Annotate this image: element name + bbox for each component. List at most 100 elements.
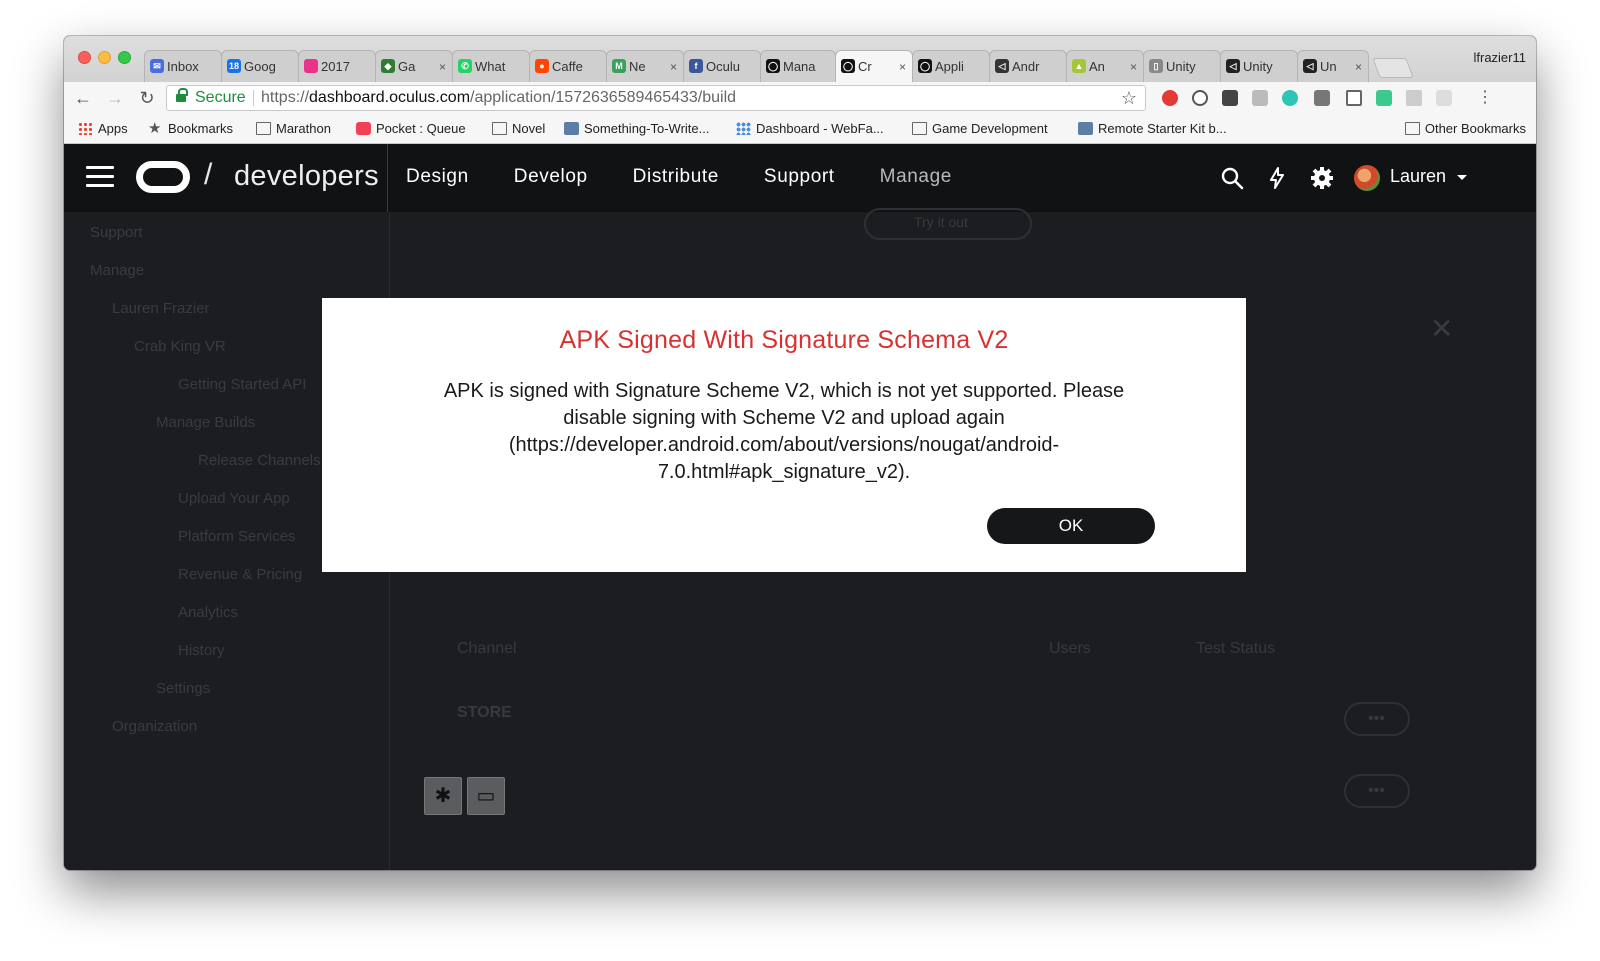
tab-close-icon[interactable]: × [1130,60,1137,74]
sidebar-item: History [178,642,225,659]
user-name[interactable]: Lauren [1390,166,1446,187]
sidebar-item: Settings [156,680,211,697]
page-icon [1078,122,1093,135]
folder-icon [912,122,927,135]
nav-design[interactable]: Design [406,166,469,188]
tab[interactable]: 18 Goog [221,50,299,82]
cast-icon[interactable] [1346,90,1362,106]
evernote-extension-icon[interactable] [1376,90,1392,106]
sidebar-item: Revenue & Pricing [178,566,303,583]
tab-close-icon[interactable]: × [670,60,677,74]
error-dialog: APK Signed With Signature Schema V2 APK … [322,298,1246,572]
tab-label: Cr [858,59,872,74]
back-icon[interactable]: ← [72,87,94,109]
omnibox-divider [253,90,254,106]
tab[interactable]: ◁ Un × [1297,50,1369,82]
bug-report-icon[interactable]: ✱ [424,777,462,815]
bookmark-item[interactable]: Marathon [256,121,331,136]
new-tab-button[interactable] [1372,58,1414,78]
hamburger-menu-icon[interactable] [86,166,114,188]
apps-grid-icon [78,122,93,135]
tab-close-icon[interactable]: × [899,60,906,74]
sidebar-item: Getting Started API [178,376,307,393]
sidebar-item: Manage [90,262,145,279]
feedback-icon[interactable]: ▭ [467,777,505,815]
tab[interactable]: f Oculu [683,50,761,82]
tab-label: 2017 [321,59,350,74]
sidebar-item: Platform Services [178,528,296,545]
sidebar-item: Release Channels [198,452,321,469]
tab[interactable]: ◯ Mana [760,50,836,82]
nav-distribute[interactable]: Distribute [633,166,719,188]
ok-button[interactable]: OK [987,508,1155,544]
sidebar-item: Manage Builds [156,414,256,431]
bookmark-item[interactable]: Pocket : Queue [356,121,466,136]
tab[interactable]: ◁ Unity [1220,50,1298,82]
folder-icon [1404,122,1420,135]
bookmark-item[interactable]: ★ Bookmarks [148,121,233,136]
tab[interactable]: ◆ Ga × [375,50,453,82]
bookmark-item[interactable]: Apps [78,121,128,136]
url-text: https://dashboard.oculus.com/application… [261,86,736,110]
tab-close-icon[interactable]: × [1355,60,1362,74]
pocket-icon [356,122,371,135]
bookmark-item[interactable]: Novel [492,121,545,136]
nav-support[interactable]: Support [764,166,835,188]
mercury-extension-icon[interactable] [1282,90,1298,106]
bookmark-item[interactable]: Remote Starter Kit b... [1078,121,1227,136]
other-bookmarks[interactable]: Other Bookmarks [1404,121,1526,136]
tab[interactable]: ◯ Appli [912,50,990,82]
tab[interactable]: 2017 [298,50,376,82]
tab[interactable]: ✆ What [452,50,530,82]
drive-extension-icon[interactable] [1406,90,1422,106]
oculus-icon: ◯ [841,59,855,73]
tab-label: Goog [244,59,276,74]
tag-extension-icon[interactable] [1314,90,1330,106]
address-bar[interactable]: Secure https://dashboard.oculus.com/appl… [166,85,1146,111]
maximize-window-button[interactable] [118,51,131,64]
chevron-down-icon[interactable] [1457,175,1467,180]
gear-icon[interactable] [1310,166,1334,190]
nav-manage[interactable]: Manage [880,166,952,188]
bookmark-item[interactable]: Something-To-Write... [564,121,709,136]
bookmark-star-icon[interactable]: ☆ [1121,86,1137,110]
tab[interactable]: ✉ Inbox [144,50,222,82]
tab[interactable]: ▯ Unity [1143,50,1221,82]
minimize-window-button[interactable] [98,51,111,64]
bookmark-label: Game Development [932,121,1048,136]
folder-icon [256,122,271,135]
reload-icon[interactable]: ↻ [136,87,158,109]
close-window-button[interactable] [78,51,91,64]
nav-develop[interactable]: Develop [514,166,588,188]
opera-extension-icon[interactable] [1162,90,1178,106]
tab-label: Caffe [552,59,583,74]
close-icon: ✕ [1430,313,1454,344]
screenshot-extension-icon[interactable] [1436,90,1452,106]
tab[interactable]: ◁ Andr [989,50,1067,82]
pocket-extension-icon[interactable] [1222,90,1238,106]
chrome-menu-icon[interactable]: ⋮ [1474,87,1496,109]
header-channel: Channel [457,640,517,657]
tab-close-icon[interactable]: × [439,60,446,74]
sidebar-item: Support [90,224,143,241]
dots-icon [736,122,751,135]
search-icon[interactable] [1220,166,1244,190]
lightning-icon[interactable] [1265,166,1289,190]
forward-icon[interactable]: → [104,87,126,109]
tab[interactable]: ▲ An × [1066,50,1144,82]
try-it-out-label: Try it out [914,214,968,230]
bookmark-item[interactable]: Game Development [912,121,1048,136]
browser-window: ✉ Inbox 18 Goog 2017 ◆ Ga × ✆ What ● Caffe M Ne × f Ocul… [64,36,1536,870]
tab[interactable]: ● Caffe [529,50,607,82]
other-bookmarks-label: Other Bookmarks [1424,121,1526,136]
bookmark-item[interactable]: Dashboard - WebFa... [736,121,884,136]
avatar[interactable] [1354,165,1380,191]
tab[interactable]: ◯ Cr × [835,50,913,82]
info-extension-icon[interactable] [1192,90,1208,106]
tab-strip: ✉ Inbox 18 Goog 2017 ◆ Ga × ✆ What ● Caffe M Ne × f Ocul… [64,36,1536,82]
profile-name[interactable]: lfrazier11 [1473,50,1526,65]
oculus-logo-icon[interactable] [136,161,190,193]
chat-extension-icon[interactable] [1252,90,1268,106]
brand-title[interactable]: developers [234,160,379,193]
tab[interactable]: M Ne × [606,50,684,82]
